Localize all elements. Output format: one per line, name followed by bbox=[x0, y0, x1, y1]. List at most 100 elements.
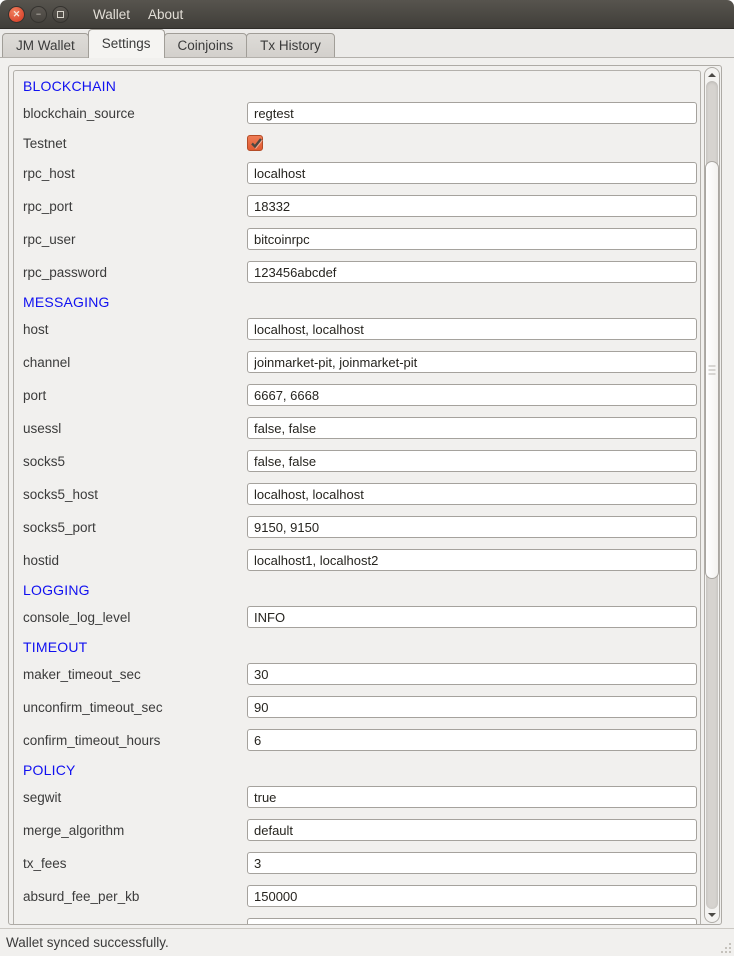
menu-wallet[interactable]: Wallet bbox=[84, 7, 139, 22]
field-input[interactable] bbox=[247, 228, 697, 250]
field-input[interactable] bbox=[247, 729, 697, 751]
resize-grip[interactable] bbox=[719, 941, 731, 953]
testnet-checkbox[interactable] bbox=[247, 135, 263, 151]
field-label: host bbox=[23, 322, 247, 337]
field-label: tx_fees bbox=[23, 856, 247, 871]
tab-bar: JM Wallet Settings Coinjoins Tx History bbox=[0, 29, 734, 58]
settings-field-row: segwit bbox=[23, 786, 697, 808]
section-header: MESSAGING bbox=[23, 294, 697, 312]
tab-coinjoins[interactable]: Coinjoins bbox=[164, 33, 248, 58]
field-label: Testnet bbox=[23, 136, 247, 151]
menu-about[interactable]: About bbox=[139, 7, 192, 22]
settings-field-row: host bbox=[23, 318, 697, 340]
checkmark-icon bbox=[247, 134, 265, 152]
settings-field-row: tx_fees bbox=[23, 852, 697, 874]
field-label: socks5_host bbox=[23, 487, 247, 502]
settings-scroll-area: BLOCKCHAIN blockchain_source Testnet rpc… bbox=[8, 65, 722, 925]
field-input[interactable] bbox=[247, 195, 697, 217]
scrollbar-up-button[interactable] bbox=[705, 69, 719, 81]
settings-field-row: absurd_fee_per_kb bbox=[23, 885, 697, 907]
settings-field-row: rpc_user bbox=[23, 228, 697, 250]
settings-field-row: blockchain_source bbox=[23, 102, 697, 124]
settings-field-row: socks5_host bbox=[23, 483, 697, 505]
field-label: segwit bbox=[23, 790, 247, 805]
field-label: console_log_level bbox=[23, 610, 247, 625]
settings-field-row: Testnet bbox=[23, 135, 697, 151]
status-bar: Wallet synced successfully. bbox=[0, 928, 734, 956]
close-icon: ✕ bbox=[13, 10, 21, 19]
settings-field-row: unconfirm_timeout_sec bbox=[23, 696, 697, 718]
field-label: port bbox=[23, 388, 247, 403]
settings-field-row: socks5_port bbox=[23, 516, 697, 538]
field-label: absurd_fee_per_kb bbox=[23, 889, 247, 904]
field-input[interactable] bbox=[247, 351, 697, 373]
field-label: channel bbox=[23, 355, 247, 370]
minimize-icon: − bbox=[36, 10, 41, 19]
field-input[interactable] bbox=[247, 852, 697, 874]
field-label: rpc_password bbox=[23, 265, 247, 280]
field-input[interactable] bbox=[247, 162, 697, 184]
field-input[interactable] bbox=[247, 384, 697, 406]
field-input[interactable] bbox=[247, 102, 697, 124]
section-header: POLICY bbox=[23, 762, 697, 780]
field-label: unconfirm_timeout_sec bbox=[23, 700, 247, 715]
arrow-up-icon bbox=[708, 73, 716, 77]
field-input[interactable] bbox=[247, 819, 697, 841]
field-input[interactable] bbox=[247, 606, 697, 628]
titlebar: ✕ − Wallet About bbox=[0, 0, 734, 29]
settings-field-row: socks5 bbox=[23, 450, 697, 472]
settings-field-row bbox=[23, 918, 697, 925]
scrollbar-down-button[interactable] bbox=[705, 909, 719, 921]
field-label: socks5 bbox=[23, 454, 247, 469]
section-header: BLOCKCHAIN bbox=[23, 78, 697, 96]
settings-field-row: hostid bbox=[23, 549, 697, 571]
field-label: hostid bbox=[23, 553, 247, 568]
section-header: LOGGING bbox=[23, 582, 697, 600]
field-label: usessl bbox=[23, 421, 247, 436]
field-input[interactable] bbox=[247, 261, 697, 283]
field-label: merge_algorithm bbox=[23, 823, 247, 838]
arrow-down-icon bbox=[708, 913, 716, 917]
settings-page: BLOCKCHAIN blockchain_source Testnet rpc… bbox=[0, 58, 734, 928]
field-label: blockchain_source bbox=[23, 106, 247, 121]
field-label: maker_timeout_sec bbox=[23, 667, 247, 682]
field-input[interactable] bbox=[247, 663, 697, 685]
field-label: rpc_user bbox=[23, 232, 247, 247]
field-input[interactable] bbox=[247, 483, 697, 505]
settings-field-row: rpc_password bbox=[23, 261, 697, 283]
settings-field-row: channel bbox=[23, 351, 697, 373]
settings-field-row: rpc_host bbox=[23, 162, 697, 184]
field-input[interactable] bbox=[247, 318, 697, 340]
application-window: ✕ − Wallet About JM Wallet Settings Coin… bbox=[0, 0, 734, 956]
field-label: socks5_port bbox=[23, 520, 247, 535]
tab-settings[interactable]: Settings bbox=[88, 29, 165, 58]
section-header: TIMEOUT bbox=[23, 639, 697, 657]
field-input[interactable] bbox=[247, 450, 697, 472]
tab-tx-history[interactable]: Tx History bbox=[246, 33, 335, 58]
settings-field-row: confirm_timeout_hours bbox=[23, 729, 697, 751]
scrollbar-thumb[interactable] bbox=[705, 161, 719, 579]
minimize-button[interactable]: − bbox=[30, 6, 47, 23]
field-input[interactable] bbox=[247, 885, 697, 907]
field-label: confirm_timeout_hours bbox=[23, 733, 247, 748]
field-input[interactable] bbox=[247, 516, 697, 538]
menubar: Wallet About bbox=[84, 7, 192, 22]
settings-field-row: merge_algorithm bbox=[23, 819, 697, 841]
field-input[interactable] bbox=[247, 786, 697, 808]
field-label: rpc_port bbox=[23, 199, 247, 214]
field-input[interactable] bbox=[247, 417, 697, 439]
settings-field-row: port bbox=[23, 384, 697, 406]
maximize-icon bbox=[57, 11, 64, 18]
field-input[interactable] bbox=[247, 696, 697, 718]
settings-field-row: rpc_port bbox=[23, 195, 697, 217]
settings-field-row: maker_timeout_sec bbox=[23, 663, 697, 685]
maximize-button[interactable] bbox=[52, 6, 69, 23]
vertical-scrollbar[interactable] bbox=[704, 67, 720, 923]
field-input[interactable] bbox=[247, 918, 697, 925]
settings-form: BLOCKCHAIN blockchain_source Testnet rpc… bbox=[13, 70, 701, 925]
close-button[interactable]: ✕ bbox=[8, 6, 25, 23]
settings-field-row: console_log_level bbox=[23, 606, 697, 628]
settings-field-row: usessl bbox=[23, 417, 697, 439]
tab-jm-wallet[interactable]: JM Wallet bbox=[2, 33, 89, 58]
field-input[interactable] bbox=[247, 549, 697, 571]
